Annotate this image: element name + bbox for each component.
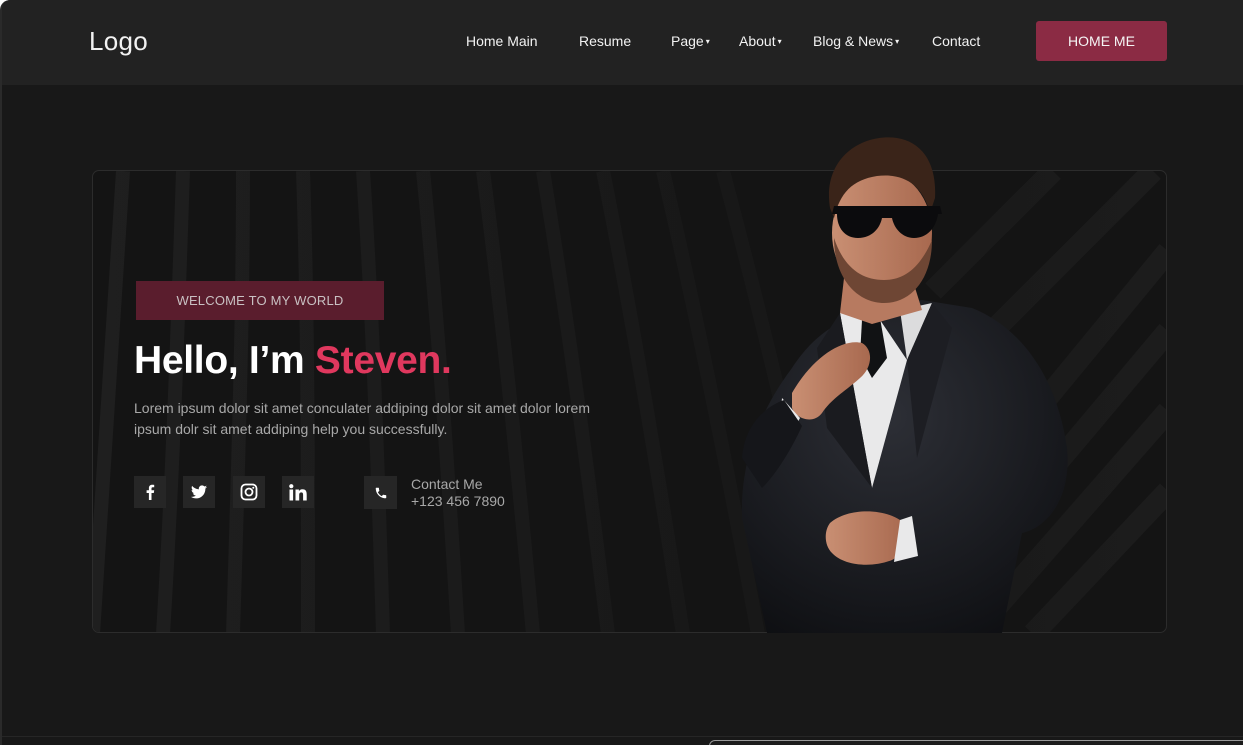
greeting-text: Hello, I’m	[134, 339, 305, 382]
nav-item-label: Resume	[579, 33, 632, 49]
logo[interactable]: Logo	[89, 26, 148, 57]
instagram-icon	[240, 483, 258, 501]
nav-item-label: Home Main	[466, 33, 538, 49]
instagram-button[interactable]	[233, 476, 265, 508]
twitter-button[interactable]	[183, 476, 215, 508]
nav-item-home-main[interactable]: Home Main	[466, 33, 538, 49]
nav-item-contact[interactable]: Contact	[932, 33, 980, 49]
linkedin-icon	[289, 483, 307, 500]
facebook-icon	[146, 484, 155, 500]
twitter-icon	[191, 485, 207, 499]
chevron-down-icon: ▾	[777, 37, 782, 46]
page: Logo Home Main Resume Page ▾ About ▾ Blog …	[0, 0, 1243, 745]
name-highlight: Steven.	[314, 339, 452, 382]
nav-item-about[interactable]: About ▾	[739, 33, 782, 49]
phone-icon	[375, 487, 386, 498]
portrait-image	[741, 137, 1068, 633]
contact-phone-number[interactable]: +123 456 7890	[411, 493, 505, 509]
nav-item-page[interactable]: Page ▾	[671, 33, 710, 49]
facebook-button[interactable]	[134, 476, 166, 508]
chevron-down-icon: ▾	[895, 37, 900, 46]
hero-heading: Hello, I’m Steven.	[134, 339, 452, 383]
contact-phone-button[interactable]	[364, 476, 397, 509]
bottom-panel-edge	[709, 740, 1243, 745]
site-header: Logo Home Main Resume Page ▾ About ▾ Blog …	[2, 0, 1243, 85]
chevron-down-icon: ▾	[705, 37, 710, 46]
nav-item-label: About	[739, 33, 776, 49]
nav-item-blog-news[interactable]: Blog & News ▾	[813, 33, 899, 49]
contact-label: Contact Me	[411, 476, 483, 492]
nav-item-resume[interactable]: Resume	[579, 33, 631, 49]
welcome-badge: WELCOME TO MY WORLD	[136, 281, 384, 320]
hero-description: Lorem ipsum dolor sit amet conculater ad…	[134, 400, 590, 437]
section-divider	[2, 736, 1243, 737]
nav-item-label: Contact	[932, 33, 981, 49]
home-me-button[interactable]: HOME ME	[1036, 21, 1167, 61]
nav-item-label: Blog & News	[813, 33, 894, 49]
linkedin-button[interactable]	[282, 476, 314, 508]
nav-item-label: Page	[671, 33, 704, 49]
